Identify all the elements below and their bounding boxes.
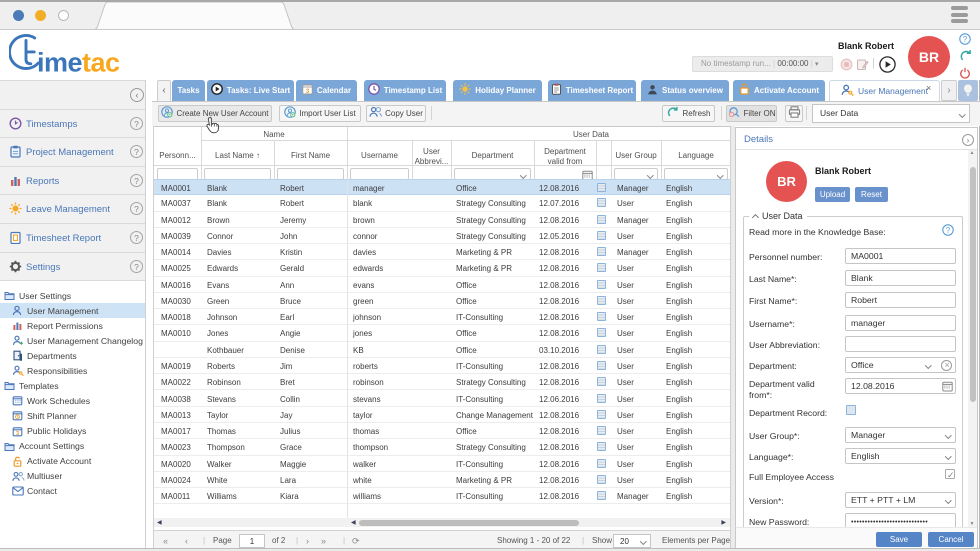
svg-text:3: 3 xyxy=(16,431,19,437)
svg-text:?: ? xyxy=(946,226,951,235)
svg-text:?: ? xyxy=(963,35,968,44)
svg-text:imetac: imetac xyxy=(37,48,120,76)
